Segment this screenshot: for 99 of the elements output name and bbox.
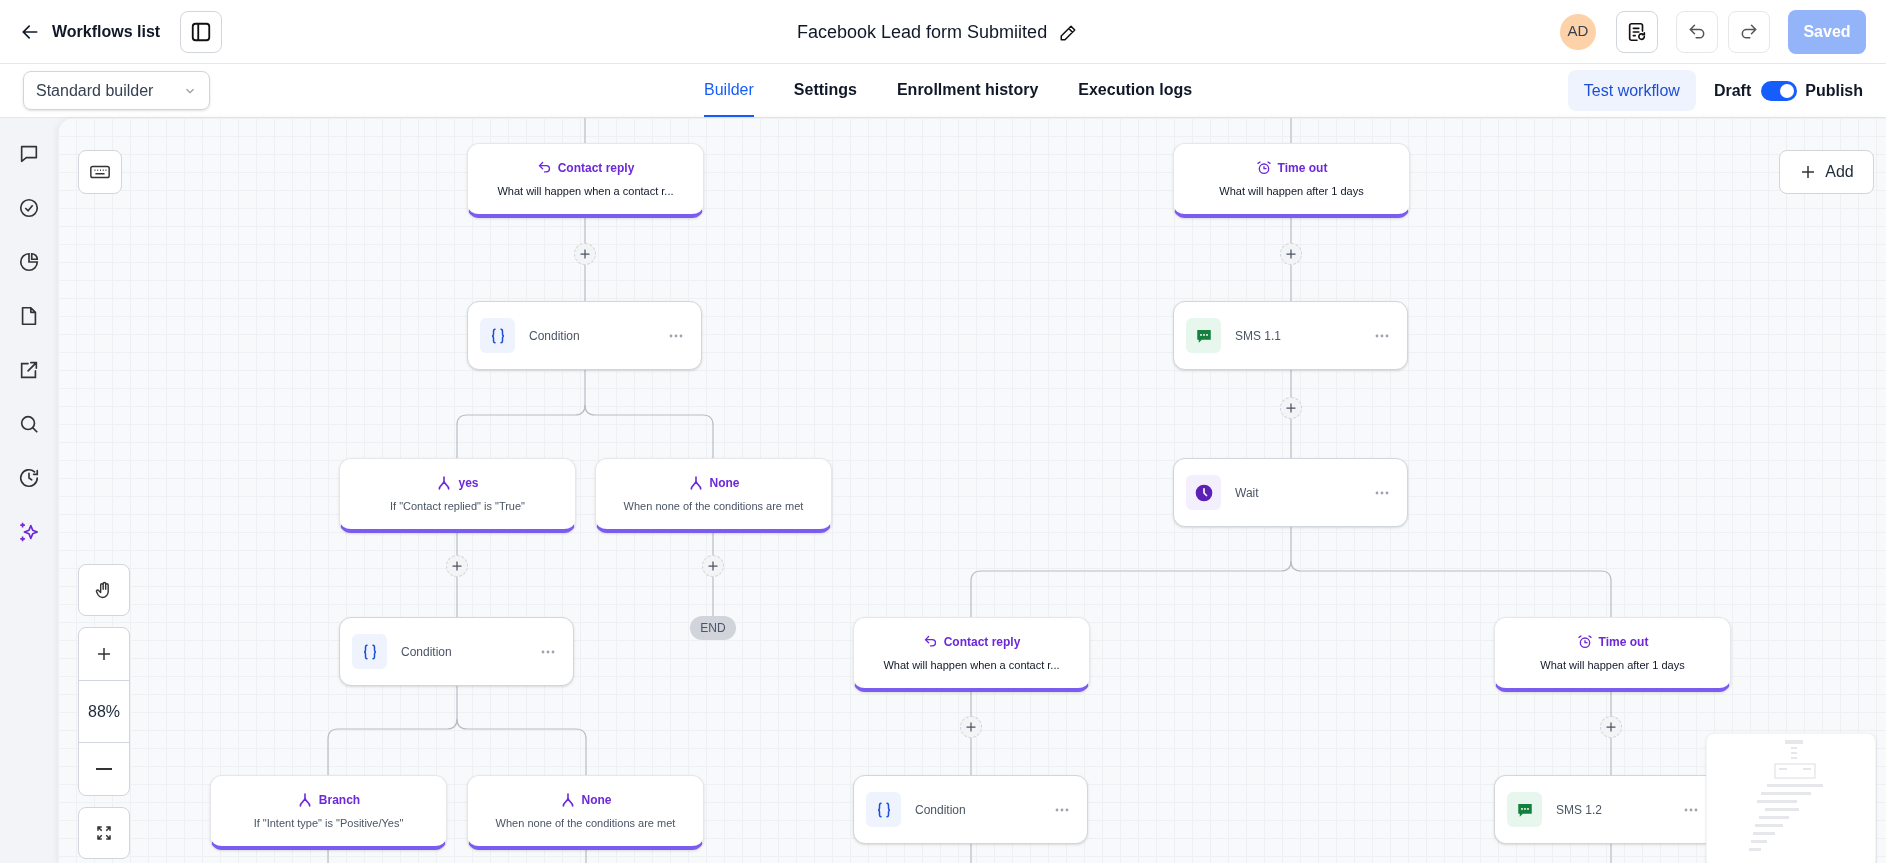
action-card[interactable]: Wait — [1173, 458, 1408, 527]
sidebar-toggle-icon — [190, 20, 213, 43]
plus-icon — [1605, 721, 1617, 733]
external-link-icon[interactable] — [18, 359, 40, 381]
add-button[interactable]: Add — [1779, 150, 1874, 194]
action-card[interactable]: Condition — [853, 775, 1088, 844]
more-icon[interactable] — [1055, 807, 1069, 812]
alarm-clock-icon — [1255, 159, 1272, 176]
plus-icon — [579, 248, 591, 260]
more-icon[interactable] — [541, 649, 555, 654]
connector-line — [1290, 118, 1292, 144]
minus-icon — [96, 768, 112, 770]
alarm-clock-icon — [1576, 633, 1593, 650]
action-label: SMS 1.1 — [1235, 327, 1283, 345]
more-icon[interactable] — [1375, 333, 1389, 338]
card-title: None — [709, 474, 740, 492]
chat-icon[interactable] — [18, 143, 40, 165]
action-card[interactable]: Condition — [467, 301, 702, 370]
card-title: Contact reply — [943, 633, 1021, 651]
card-title: Time out — [1598, 633, 1649, 651]
add-step-button[interactable] — [960, 716, 982, 738]
document-refresh-icon — [1626, 20, 1648, 43]
action-card[interactable]: SMS 1.2 — [1494, 775, 1706, 844]
trigger-card[interactable]: Time out What will happen after 1 days — [1173, 143, 1410, 218]
connector-line — [584, 118, 586, 144]
card-description: What will happen when a contact r... — [497, 183, 674, 199]
action-label: Condition — [915, 801, 967, 819]
card-description: What will happen after 1 days — [1540, 657, 1685, 673]
trigger-card[interactable]: Contact reply What will happen when a contact r... — [467, 143, 704, 218]
trigger-card[interactable]: Contact reply What will happen when a contact r... — [853, 617, 1090, 692]
card-description: What will happen when a contact r... — [883, 657, 1060, 673]
fit-view-button[interactable] — [78, 807, 130, 859]
more-icon[interactable] — [1375, 490, 1389, 495]
plus-icon — [707, 560, 719, 572]
card-description: What will happen after 1 days — [1219, 183, 1364, 199]
plus-icon — [95, 645, 113, 663]
draft-label: Draft — [1713, 80, 1752, 101]
search-icon[interactable] — [18, 413, 40, 435]
card-description: When none of the conditions are met — [495, 815, 676, 831]
card-title: yes — [458, 474, 479, 492]
card-title: Branch — [318, 791, 361, 809]
sparkle-icon[interactable] — [18, 521, 40, 543]
user-avatar[interactable]: AD — [1560, 13, 1596, 50]
keyboard-shortcuts-button[interactable] — [78, 150, 122, 194]
more-icon[interactable] — [1684, 807, 1698, 812]
connector-line — [970, 842, 972, 863]
plus-icon — [451, 560, 463, 572]
add-step-button[interactable] — [702, 555, 724, 577]
action-label: Condition — [401, 643, 453, 661]
publish-toggle[interactable] — [1761, 80, 1798, 101]
card-description: If "Intent type" is "Positive/Yes" — [253, 815, 404, 831]
tab[interactable]: Enrollment history — [896, 64, 1039, 117]
redo-button[interactable] — [1728, 10, 1770, 53]
undo-button[interactable] — [1676, 10, 1718, 53]
trigger-card[interactable]: None When none of the conditions are met — [467, 775, 704, 850]
add-step-button[interactable] — [1280, 243, 1302, 265]
edit-icon[interactable] — [1059, 23, 1078, 42]
expand-icon — [95, 824, 113, 842]
reply-arrow-icon — [536, 160, 552, 176]
action-label: Wait — [1235, 484, 1260, 502]
trigger-card[interactable]: None When none of the conditions are met — [595, 458, 832, 533]
plus-icon — [965, 721, 977, 733]
tab[interactable]: Settings — [793, 64, 857, 117]
tab[interactable]: Execution logs — [1078, 64, 1193, 117]
clock-refresh-icon[interactable] — [18, 467, 40, 489]
card-description: If "Contact replied" is "True" — [389, 498, 525, 514]
card-title: Time out — [1277, 159, 1328, 177]
plus-icon — [1285, 248, 1297, 260]
add-step-button[interactable] — [446, 555, 468, 577]
trigger-card[interactable]: yes If "Contact replied" is "True" — [339, 458, 576, 533]
test-workflow-button[interactable]: Test workflow — [1567, 70, 1696, 111]
builder-dropdown[interactable]: Standard builder — [23, 71, 210, 110]
add-step-button[interactable] — [574, 243, 596, 265]
card-description: When none of the conditions are met — [623, 498, 804, 514]
action-card[interactable]: Condition — [339, 617, 574, 686]
check-circle-icon[interactable] — [18, 197, 40, 219]
trigger-card[interactable]: Time out What will happen after 1 days — [1494, 617, 1731, 692]
clock-icon — [1193, 482, 1214, 503]
pie-chart-icon[interactable] — [18, 251, 40, 273]
sidebar-toggle-button[interactable] — [180, 10, 223, 53]
publish-label: Publish — [1805, 80, 1863, 101]
zoom-level: 88% — [79, 680, 129, 743]
history-button[interactable] — [1616, 10, 1658, 53]
connector-line — [1610, 842, 1612, 863]
card-title: Contact reply — [557, 159, 635, 177]
action-label: Condition — [529, 327, 581, 345]
pan-tool-button[interactable] — [78, 564, 130, 616]
action-card[interactable]: SMS 1.1 — [1173, 301, 1408, 370]
add-step-button[interactable] — [1600, 716, 1622, 738]
reply-arrow-icon — [922, 634, 938, 650]
action-label: SMS 1.2 — [1556, 801, 1604, 819]
more-icon[interactable] — [669, 333, 683, 338]
card-title: None — [581, 791, 612, 809]
add-step-button[interactable] — [1280, 397, 1302, 419]
trigger-card[interactable]: Branch If "Intent type" is "Positive/Yes" — [210, 775, 447, 850]
end-marker: END — [690, 616, 736, 640]
back-button[interactable]: Workflows list — [20, 19, 161, 44]
plus-icon — [1285, 402, 1297, 414]
workflow-title: Facebook Lead form Submiited — [797, 21, 1048, 44]
